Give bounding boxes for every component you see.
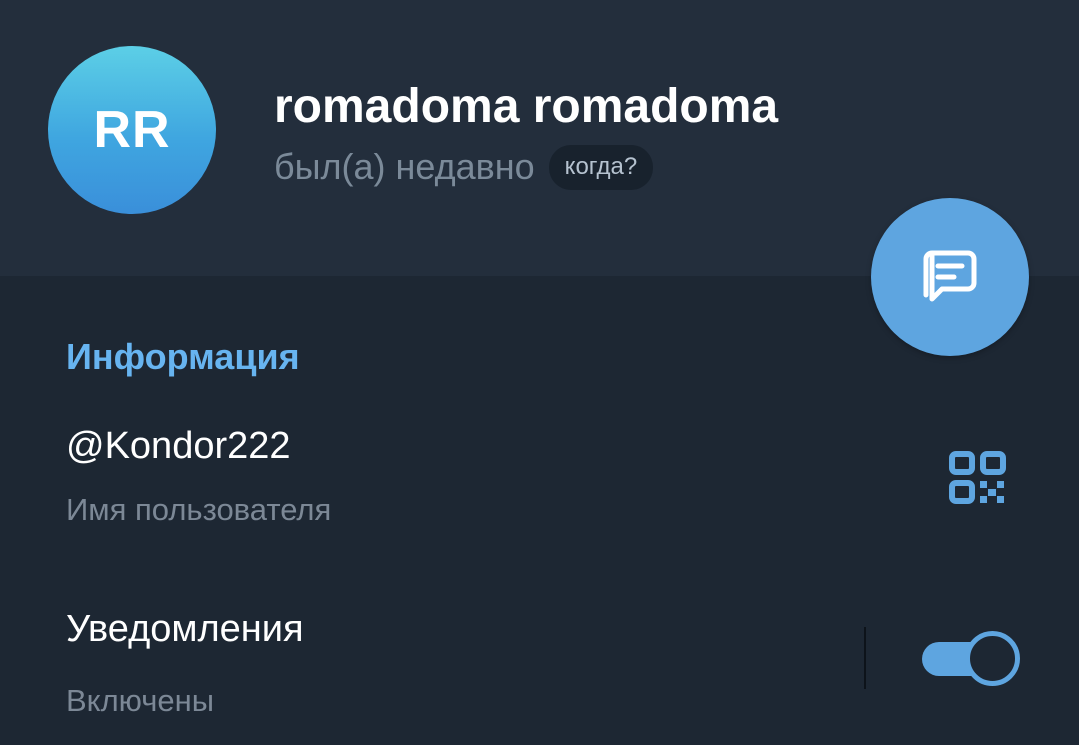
username-label: Имя пользователя xyxy=(66,492,332,527)
avatar-initials: RR xyxy=(93,101,171,159)
message-icon xyxy=(923,250,977,302)
notifications-row[interactable]: Уведомления Включены xyxy=(0,595,1079,745)
status-row: был(а) недавно когда? xyxy=(274,143,654,191)
when-chip-button[interactable]: когда? xyxy=(548,144,654,190)
last-seen-status: был(а) недавно xyxy=(274,146,535,187)
profile-name: romadoma romadoma xyxy=(274,80,779,133)
notifications-label: Включены xyxy=(66,683,215,718)
qr-code-button[interactable] xyxy=(948,450,1010,506)
profile-screen: RR romadoma romadoma был(а) недавно когд… xyxy=(0,0,1079,745)
username-value: @Kondor222 xyxy=(66,425,291,467)
qr-code-icon xyxy=(949,451,1006,504)
notifications-toggle[interactable] xyxy=(922,631,1020,687)
send-message-button[interactable] xyxy=(871,198,1029,356)
vertical-divider xyxy=(864,627,866,689)
username-row[interactable]: @Kondor222 Имя пользователя xyxy=(0,415,1079,550)
toggle-knob xyxy=(965,631,1020,686)
section-title-info: Информация xyxy=(66,336,300,377)
notifications-value: Уведомления xyxy=(66,608,304,650)
avatar[interactable]: RR xyxy=(48,46,216,214)
